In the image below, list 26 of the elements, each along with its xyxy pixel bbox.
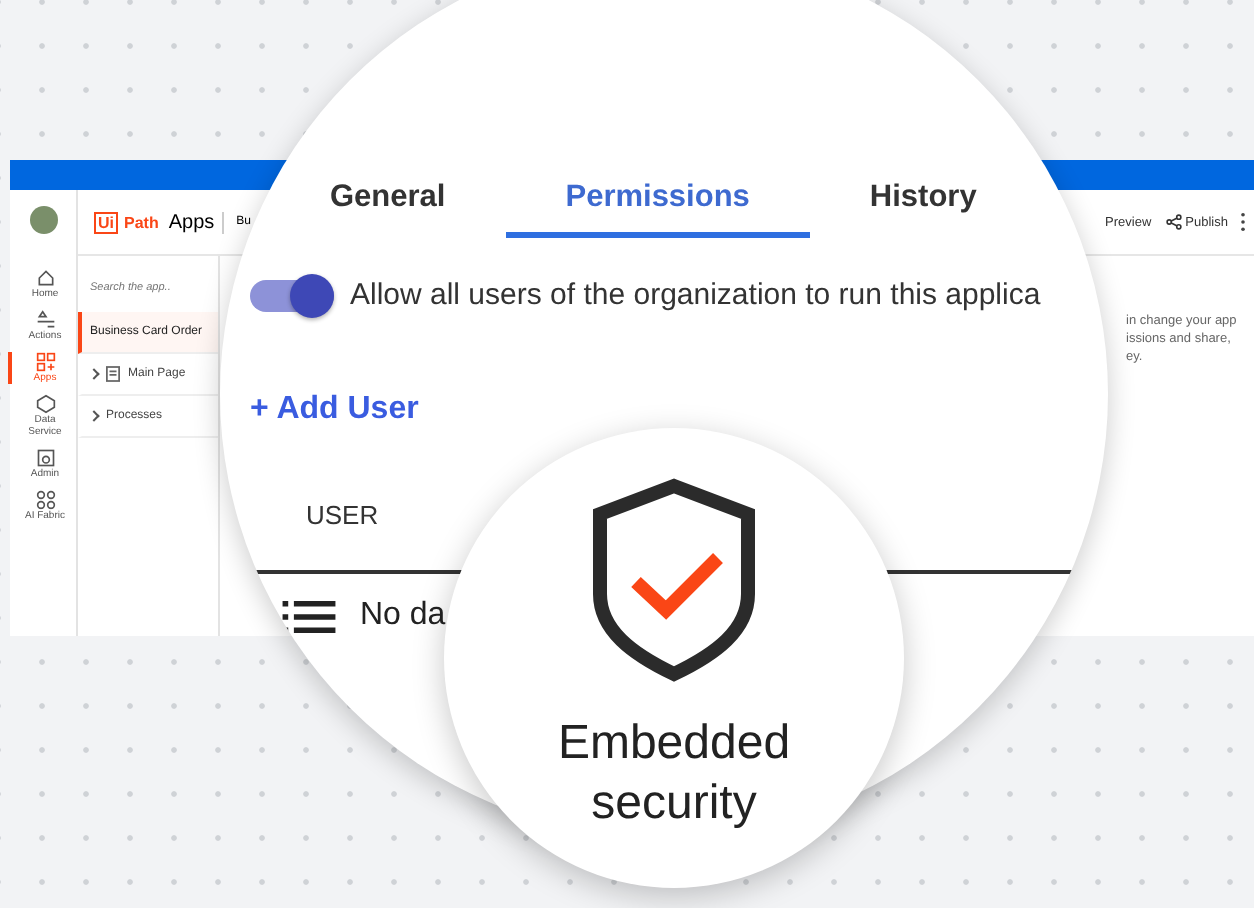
badge-title: Embedded security — [555, 714, 793, 834]
tab[interactable]: History — [809, 176, 1037, 238]
product-name: Apps — [168, 211, 225, 233]
shield-check-icon — [592, 478, 756, 682]
column-header: USER — [306, 500, 379, 530]
window-icon — [35, 448, 55, 468]
toggle-label: Allow all users of the organization to run this applica — [350, 278, 1041, 312]
page-icon — [106, 366, 120, 382]
home-icon — [35, 268, 55, 288]
more-icon[interactable] — [1240, 212, 1246, 232]
tab[interactable]: Permissions — [505, 176, 810, 238]
circles-icon — [35, 490, 55, 510]
toggle-switch[interactable] — [250, 279, 334, 311]
chevron-icon — [88, 368, 100, 380]
empty-text: No da — [360, 598, 446, 634]
cube-icon — [35, 394, 55, 414]
tab[interactable]: General — [270, 176, 506, 238]
shapes-icon — [35, 310, 55, 330]
chevron-icon — [88, 410, 100, 422]
logo-text: Path — [124, 213, 159, 231]
logo-mark: Ui — [94, 211, 118, 233]
grid-icon — [35, 352, 55, 372]
add-user-link[interactable]: + Add User — [250, 392, 419, 428]
share-icon — [1165, 214, 1182, 230]
list-icon — [282, 599, 336, 633]
avatar-icon[interactable] — [29, 206, 57, 234]
